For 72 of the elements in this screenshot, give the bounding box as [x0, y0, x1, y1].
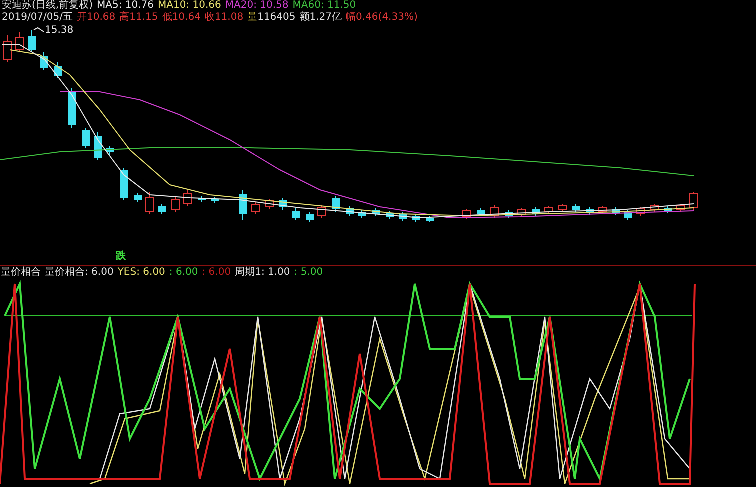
indicator-value: 量价相合: 6.00	[45, 266, 114, 278]
candlestick	[318, 204, 326, 218]
candlestick	[612, 206, 620, 216]
candlestick	[172, 196, 180, 212]
candlestick	[399, 212, 407, 222]
quote-value: 开10.68	[77, 12, 116, 24]
signal-label: 跌	[116, 251, 126, 263]
high-price-label: 15.38	[45, 25, 74, 36]
candlestick	[332, 196, 340, 212]
candlestick	[477, 208, 485, 216]
candlestick	[306, 212, 314, 222]
candlestick	[544, 206, 554, 214]
indicator-value: 周期1: 1.00	[235, 266, 290, 278]
candlestick	[134, 192, 142, 202]
indicator-value: : 6.00	[169, 266, 198, 278]
moving-average-value: MA60: 11.50	[292, 0, 356, 12]
moving-average-value: MA10: 10.66	[158, 0, 222, 12]
candlestick	[292, 208, 300, 220]
candlestick	[690, 192, 698, 210]
candlestick	[198, 196, 206, 202]
moving-average-value: MA5: 10.76	[96, 0, 154, 12]
candlestick	[211, 196, 219, 204]
candlestick	[106, 146, 114, 156]
quote-value: 幅0.46(4.33%)	[346, 12, 418, 24]
quote-value: 量	[248, 12, 258, 24]
candlestick	[4, 34, 12, 62]
quote-value: 额1.27亿	[300, 12, 342, 24]
quote-value: 高11.15	[120, 12, 158, 24]
candlestick	[664, 206, 672, 214]
candlestick	[636, 206, 646, 216]
quote-value: 低10.64	[162, 12, 201, 24]
candlestick	[586, 206, 594, 216]
candlestick	[572, 204, 580, 212]
moving-average-value: MA20: 10.58	[225, 0, 289, 12]
indicator-value: YES: 6.00	[118, 266, 166, 278]
candlestick	[676, 204, 686, 212]
quote-value: 116405	[258, 12, 296, 24]
candlestick	[68, 88, 76, 128]
candlestick	[624, 210, 632, 220]
candlestick	[252, 202, 260, 214]
candlestick	[16, 32, 24, 52]
candlestick	[490, 204, 500, 218]
candlestick	[386, 210, 394, 220]
candlestick	[518, 208, 526, 218]
candlestick	[40, 52, 48, 70]
candlestick	[650, 204, 660, 212]
candlestick	[158, 204, 166, 214]
candlestick	[146, 192, 154, 214]
candlestick	[412, 214, 420, 222]
quote-value: 收11.08	[204, 12, 244, 24]
leader-line	[34, 27, 44, 32]
indicator-value: 量价相合	[1, 266, 41, 278]
candlestick	[598, 206, 608, 214]
candlestick	[505, 210, 513, 218]
candlestick	[532, 206, 540, 216]
indicator-value: : 5.00	[294, 266, 324, 278]
candlestick	[54, 62, 62, 78]
candlestick	[358, 210, 366, 218]
candlestick	[558, 204, 568, 212]
candlestick	[28, 30, 36, 52]
candlestick	[346, 206, 354, 216]
candlestick	[462, 208, 472, 220]
candlestick	[426, 216, 434, 222]
candlestick	[239, 190, 247, 220]
indicator-value: : 6.00	[202, 266, 232, 278]
candlestick	[120, 168, 128, 200]
candlestick	[82, 128, 90, 148]
quote-value: 2019/07/05/五	[2, 12, 74, 24]
candlestick	[266, 198, 274, 210]
candlestick	[279, 198, 287, 210]
candlestick	[372, 208, 380, 216]
candlestick	[184, 190, 192, 206]
